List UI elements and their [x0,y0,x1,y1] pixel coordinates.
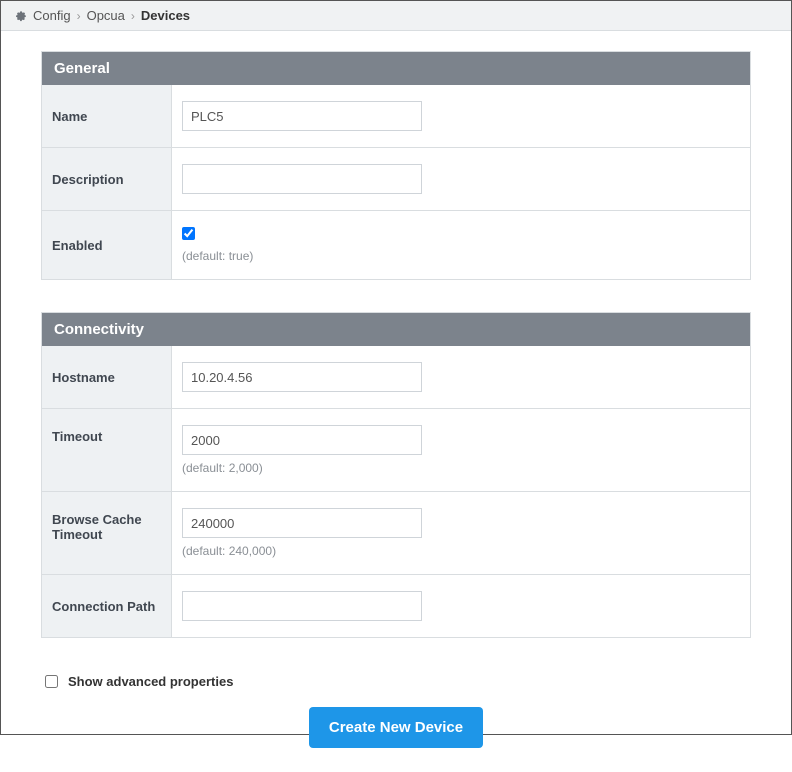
gear-icon [15,10,27,22]
field-row-hostname: Hostname [42,346,750,408]
show-advanced-label[interactable]: Show advanced properties [68,674,233,689]
field-hint: (default: 240,000) [182,544,740,558]
breadcrumb-item-current: Devices [141,8,190,23]
field-row-connection-path: Connection Path [42,574,750,637]
field-label: Enabled [42,211,172,279]
field-row-name: Name [42,85,750,147]
field-label: Browse Cache Timeout [42,492,172,574]
field-hint: (default: 2,000) [182,461,740,475]
field-label: Hostname [42,346,172,408]
show-advanced-checkbox[interactable] [45,675,58,688]
breadcrumb-item[interactable]: Opcua [87,8,125,23]
panel-general: General Name Description Enabled (defaul… [41,51,751,280]
enabled-checkbox[interactable] [182,227,195,240]
create-new-device-button[interactable]: Create New Device [309,707,483,748]
panel-header: Connectivity [42,313,750,346]
field-row-browse-cache-timeout: Browse Cache Timeout (default: 240,000) [42,491,750,574]
chevron-right-icon: › [131,9,135,23]
timeout-input[interactable] [182,425,422,455]
field-label: Connection Path [42,575,172,637]
advanced-toggle-row: Show advanced properties [41,670,751,707]
field-label: Description [42,148,172,210]
breadcrumb: Config › Opcua › Devices [1,1,791,31]
browse-cache-timeout-input[interactable] [182,508,422,538]
field-row-description: Description [42,147,750,210]
chevron-right-icon: › [77,9,81,23]
panel-header: General [42,52,750,85]
panel-connectivity: Connectivity Hostname Timeout (default: … [41,312,751,638]
description-input[interactable] [182,164,422,194]
breadcrumb-item[interactable]: Config [33,8,71,23]
actions-bar: Create New Device [41,707,751,748]
hostname-input[interactable] [182,362,422,392]
field-row-timeout: Timeout (default: 2,000) [42,408,750,491]
connection-path-input[interactable] [182,591,422,621]
name-input[interactable] [182,101,422,131]
field-row-enabled: Enabled (default: true) [42,210,750,279]
field-label: Name [42,85,172,147]
content-area: General Name Description Enabled (defaul… [1,31,791,772]
field-hint: (default: true) [182,249,740,263]
field-label: Timeout [42,409,172,491]
